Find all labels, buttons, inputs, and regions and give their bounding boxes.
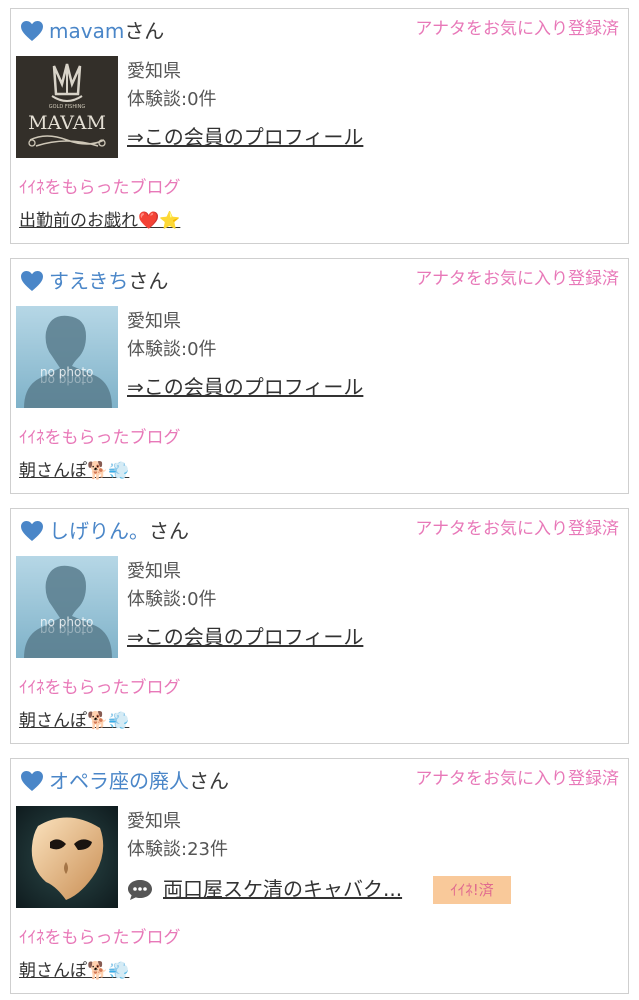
like-badge: ｲｲﾈ!済: [433, 876, 511, 904]
member-prefecture: 愛知県: [127, 61, 181, 82]
blog-label: ｲｲﾈをもらったブログ: [19, 178, 181, 198]
speech-bubble-icon: [128, 880, 152, 900]
avatar-no-photo[interactable]: no photo no photo: [16, 306, 118, 408]
favorite-status: アナタをお気に入り登録済: [415, 519, 619, 539]
profile-link[interactable]: ⇒この会員のプロフィール: [127, 123, 363, 151]
blog-title-link[interactable]: 朝さんぽ🐕💨: [19, 459, 129, 483]
profile-link[interactable]: ⇒この会員のプロフィール: [127, 373, 363, 401]
avatar[interactable]: [16, 806, 118, 908]
heart-icon[interactable]: [20, 20, 44, 42]
no-photo-placeholder: no photo no photo: [16, 556, 118, 658]
name-suffix: さん: [128, 269, 169, 293]
member-card: すえきちさん アナタをお気に入り登録済 no photo no photo 愛知…: [10, 258, 629, 494]
member-prefecture: 愛知県: [127, 311, 181, 332]
avatar-no-photo[interactable]: no photo no photo: [16, 556, 118, 658]
latest-review-link[interactable]: 両口屋スケ清のキャバク...: [163, 875, 402, 903]
member-name: オペラ座の廃人さん: [49, 767, 229, 795]
blog-title-link[interactable]: 朝さんぽ🐕💨: [19, 709, 129, 733]
profile-link[interactable]: ⇒この会員のプロフィール: [127, 623, 363, 651]
phantom-mask-image: [16, 806, 118, 908]
member-name: すえきちさん: [49, 267, 168, 295]
blog-title-link[interactable]: 出勤前のお戯れ❤️⭐: [19, 209, 180, 233]
heart-icon[interactable]: [20, 520, 44, 542]
favorite-status: アナタをお気に入り登録済: [415, 769, 619, 789]
member-name-link[interactable]: しげりん。: [49, 519, 149, 543]
member-name: mavamさん: [49, 17, 164, 45]
no-photo-reflection: no photo: [40, 373, 93, 387]
avatar[interactable]: GOLD FISHING MAVAM: [16, 56, 118, 158]
blog-label: ｲｲﾈをもらったブログ: [19, 428, 181, 448]
member-name: しげりん。さん: [49, 517, 189, 545]
member-prefecture: 愛知県: [127, 561, 181, 582]
member-review-count: 体験談:0件: [127, 339, 217, 360]
avatar-small-text: GOLD FISHING: [49, 104, 86, 110]
mavam-logo: GOLD FISHING MAVAM: [16, 56, 118, 158]
favorite-status: アナタをお気に入り登録済: [415, 19, 619, 39]
favorite-status: アナタをお気に入り登録済: [415, 269, 619, 289]
no-photo-placeholder: no photo no photo: [16, 306, 118, 408]
heart-icon[interactable]: [20, 270, 44, 292]
member-review-count: 体験談:0件: [127, 589, 217, 610]
member-review-count: 体験談:0件: [127, 89, 217, 110]
member-card: mavamさん アナタをお気に入り登録済 GOLD FISHING MAVAM …: [10, 8, 629, 244]
name-suffix: さん: [189, 769, 229, 793]
member-name-link[interactable]: オペラ座の廃人: [49, 769, 189, 793]
member-card: しげりん。さん アナタをお気に入り登録済 no photo no photo 愛…: [10, 508, 629, 744]
avatar-text: MAVAM: [28, 112, 106, 134]
heart-icon[interactable]: [20, 770, 44, 792]
name-suffix: さん: [149, 519, 189, 543]
no-photo-reflection: no photo: [40, 623, 93, 637]
blog-label: ｲｲﾈをもらったブログ: [19, 678, 181, 698]
name-suffix: さん: [124, 19, 165, 43]
member-name-link[interactable]: すえきち: [49, 269, 128, 293]
member-name-link[interactable]: mavam: [49, 19, 124, 43]
member-card: オペラ座の廃人さん アナタをお気に入り登録済 愛知県 体験談:23件 両口屋スケ…: [10, 758, 629, 994]
blog-label: ｲｲﾈをもらったブログ: [19, 928, 181, 948]
blog-title-link[interactable]: 朝さんぽ🐕💨: [19, 959, 129, 983]
member-prefecture: 愛知県: [127, 811, 181, 832]
member-review-count: 体験談:23件: [127, 839, 228, 860]
